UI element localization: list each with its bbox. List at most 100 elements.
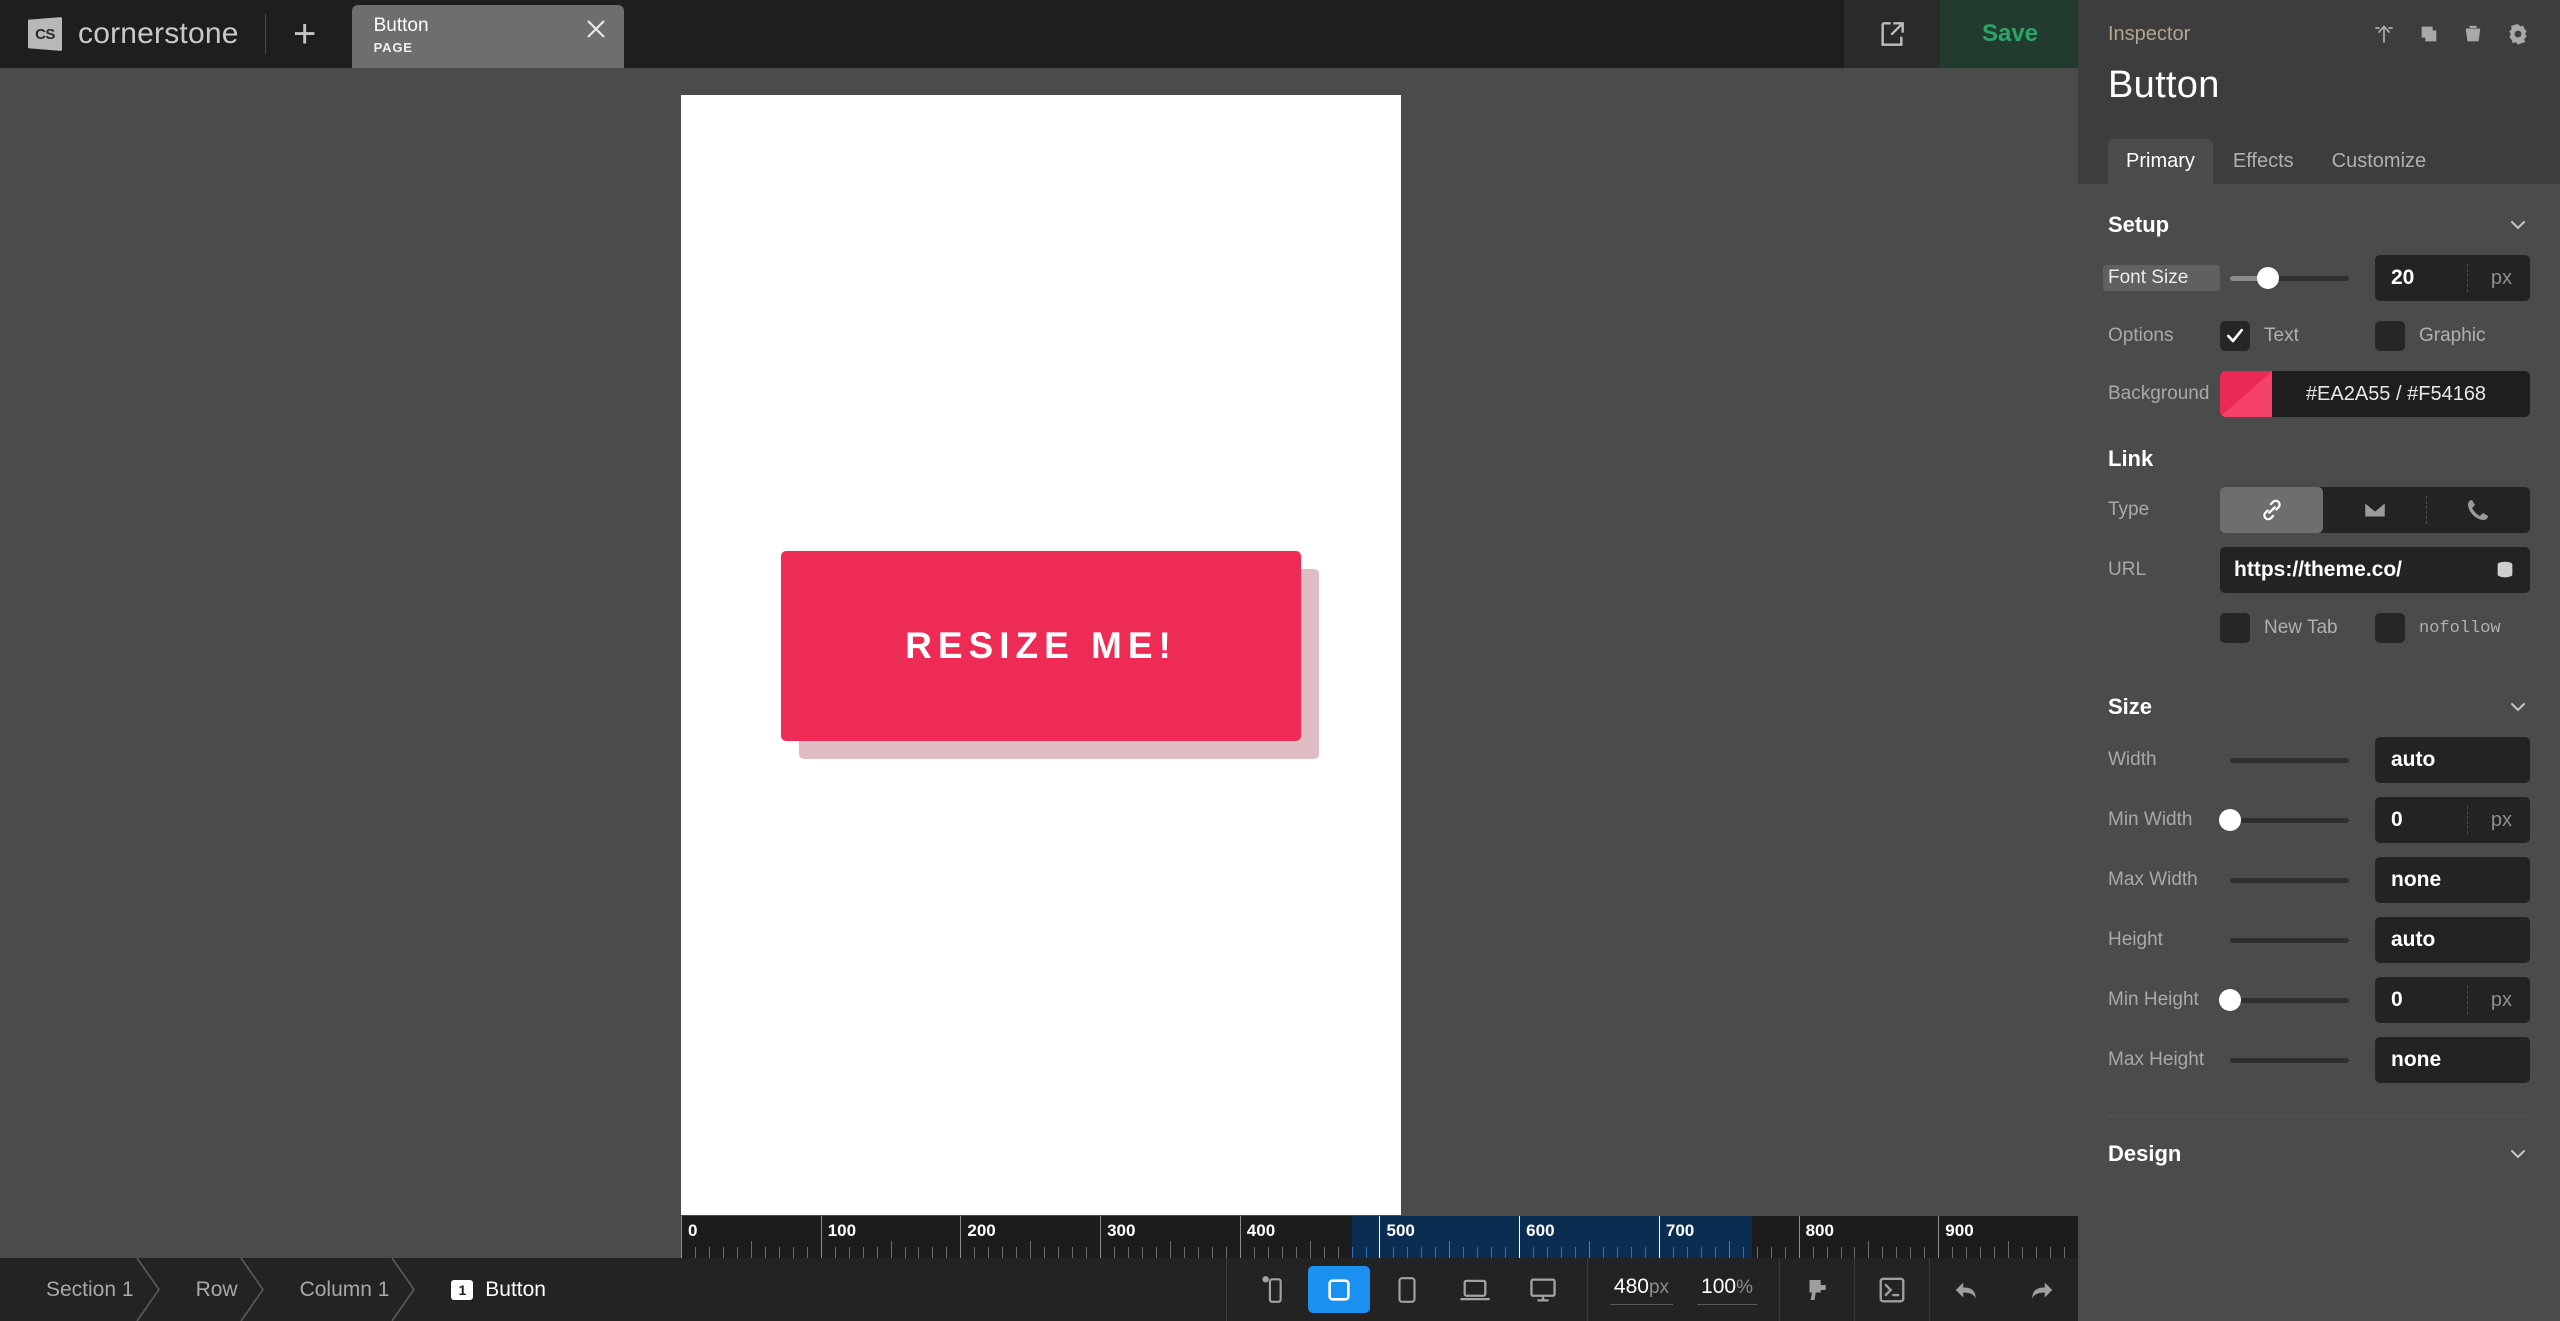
tab-customize[interactable]: Customize xyxy=(2314,139,2444,184)
tab-button-page[interactable]: Button PAGE xyxy=(352,5,624,68)
section-setup-header[interactable]: Setup xyxy=(2078,184,2560,248)
ruler-tick xyxy=(1547,1247,1548,1258)
font-size-slider[interactable] xyxy=(2220,267,2359,289)
max-width-input[interactable]: none xyxy=(2375,857,2530,903)
tab-primary[interactable]: Primary xyxy=(2108,139,2213,184)
ruler-tick xyxy=(2008,1241,2009,1258)
height-input[interactable]: auto xyxy=(2375,917,2530,963)
undo-icon[interactable] xyxy=(1930,1258,2004,1321)
ruler-tick xyxy=(1240,1216,1241,1258)
tab-effects[interactable]: Effects xyxy=(2215,139,2312,184)
field-link-flags: New Tab nofollow xyxy=(2078,600,2560,656)
horizontal-ruler[interactable]: 5006007000100200300400800900 xyxy=(681,1216,2078,1258)
external-link-icon[interactable] xyxy=(1844,0,1940,68)
min-width-input[interactable]: 0 px xyxy=(2375,797,2530,843)
ruler-tick xyxy=(1254,1247,1255,1258)
link-icon[interactable] xyxy=(2220,487,2323,533)
ruler-tick xyxy=(1701,1247,1702,1258)
resize-me-button[interactable]: RESIZE ME! xyxy=(781,551,1301,741)
phone-icon[interactable] xyxy=(2427,487,2530,533)
checkbox-new-tab[interactable]: New Tab xyxy=(2220,613,2375,643)
checkbox-text[interactable]: Text xyxy=(2220,321,2375,351)
breadcrumb-item-row[interactable]: Row xyxy=(160,1258,264,1321)
breadcrumb-item-button[interactable]: 1 Button xyxy=(415,1258,572,1321)
min-height-slider[interactable] xyxy=(2220,989,2359,1011)
save-button[interactable]: Save xyxy=(1940,0,2080,68)
min-height-input[interactable]: 0 px xyxy=(2375,977,2530,1023)
chevron-separator-icon xyxy=(239,1258,265,1321)
breadcrumb-item-column[interactable]: Column 1 xyxy=(264,1258,416,1321)
field-font-size: Font Size 20 px xyxy=(2078,248,2560,308)
page-preview[interactable]: RESIZE ME! xyxy=(681,95,1401,1215)
database-icon[interactable] xyxy=(2494,559,2516,581)
height-slider[interactable] xyxy=(2220,929,2359,951)
button-element-wrapper[interactable]: RESIZE ME! xyxy=(781,551,1321,751)
inspector-tabs: Primary Effects Customize xyxy=(2078,139,2560,184)
chevron-down-icon[interactable] xyxy=(2506,695,2530,719)
viewport-width-input[interactable]: 480px xyxy=(1610,1275,1673,1305)
ruler-tick xyxy=(1407,1247,1408,1258)
field-min-height: Min Height 0 px xyxy=(2078,970,2560,1030)
add-tab-button[interactable]: + xyxy=(266,0,344,68)
device-laptop-icon[interactable] xyxy=(1444,1266,1506,1313)
max-height-slider[interactable] xyxy=(2220,1049,2359,1071)
gear-icon[interactable] xyxy=(2506,22,2530,46)
ruler-tick xyxy=(1645,1247,1646,1258)
device-desktop-icon[interactable] xyxy=(1512,1266,1574,1313)
ruler-tick xyxy=(1715,1247,1716,1258)
device-tablet-portrait-icon[interactable] xyxy=(1376,1266,1438,1313)
breadcrumb-item-section[interactable]: Section 1 xyxy=(0,1258,160,1321)
background-color-input[interactable]: #EA2A55 / #F54168 xyxy=(2220,371,2530,417)
email-icon[interactable] xyxy=(2323,487,2426,533)
ruler-tick xyxy=(1687,1247,1688,1258)
max-width-slider[interactable] xyxy=(2220,869,2359,891)
ruler-tick xyxy=(2050,1247,2051,1258)
field-value: auto xyxy=(2375,928,2435,952)
width-input[interactable]: auto xyxy=(2375,737,2530,783)
field-label: Height xyxy=(2108,929,2220,951)
background-color-value: #EA2A55 / #F54168 xyxy=(2272,383,2530,406)
ruler-tick xyxy=(1156,1247,1157,1258)
color-swatch-icon[interactable] xyxy=(2220,371,2272,417)
trash-icon[interactable] xyxy=(2462,23,2484,45)
checkbox-nofollow[interactable]: nofollow xyxy=(2375,613,2530,643)
ruler-tick xyxy=(1491,1247,1492,1258)
checkbox-empty-icon[interactable] xyxy=(2375,321,2405,351)
chevron-down-icon[interactable] xyxy=(2506,1142,2530,1166)
canvas-stage[interactable]: RESIZE ME! xyxy=(0,68,2078,1258)
topbar-spacer xyxy=(624,0,1844,68)
checkbox-graphic[interactable]: Graphic xyxy=(2375,321,2530,351)
max-height-input[interactable]: none xyxy=(2375,1037,2530,1083)
duplicate-icon[interactable] xyxy=(2418,23,2440,45)
width-slider[interactable] xyxy=(2220,749,2359,771)
brand: CS cornerstone xyxy=(0,0,265,68)
min-width-slider[interactable] xyxy=(2220,809,2359,831)
checkbox-empty-icon[interactable] xyxy=(2375,613,2405,643)
url-input[interactable]: https://theme.co/ xyxy=(2220,547,2530,593)
checkbox-empty-icon[interactable] xyxy=(2220,613,2250,643)
ruler-tick xyxy=(918,1247,919,1258)
zoom-level-input[interactable]: 100% xyxy=(1697,1275,1757,1305)
ruler-tick xyxy=(1030,1241,1031,1258)
device-custom-icon[interactable] xyxy=(1240,1266,1302,1313)
close-icon[interactable] xyxy=(584,17,608,41)
device-phone-icon[interactable] xyxy=(1308,1266,1370,1313)
redo-icon[interactable] xyxy=(2004,1258,2078,1321)
move-icon[interactable] xyxy=(2372,22,2396,46)
check-icon[interactable] xyxy=(2220,321,2250,351)
section-design-header[interactable]: Design xyxy=(2078,1117,2560,1177)
section-title: Size xyxy=(2108,694,2152,720)
section-title: Design xyxy=(2108,1141,2181,1167)
ruler-tick xyxy=(821,1216,822,1258)
zoom-level-value: 100 xyxy=(1701,1275,1736,1298)
field-min-width: Min Width 0 px xyxy=(2078,790,2560,850)
ruler-label: 800 xyxy=(1806,1221,1834,1241)
chevron-down-icon[interactable] xyxy=(2506,213,2530,237)
drill-icon[interactable] xyxy=(1780,1258,1854,1321)
inspector-header: Inspector xyxy=(2078,0,2560,107)
ruler-tick xyxy=(1924,1247,1925,1258)
font-size-input[interactable]: 20 px xyxy=(2375,255,2530,301)
code-icon[interactable] xyxy=(1855,1258,1929,1321)
section-size-header[interactable]: Size xyxy=(2078,656,2560,730)
field-max-width: Max Width none xyxy=(2078,850,2560,910)
